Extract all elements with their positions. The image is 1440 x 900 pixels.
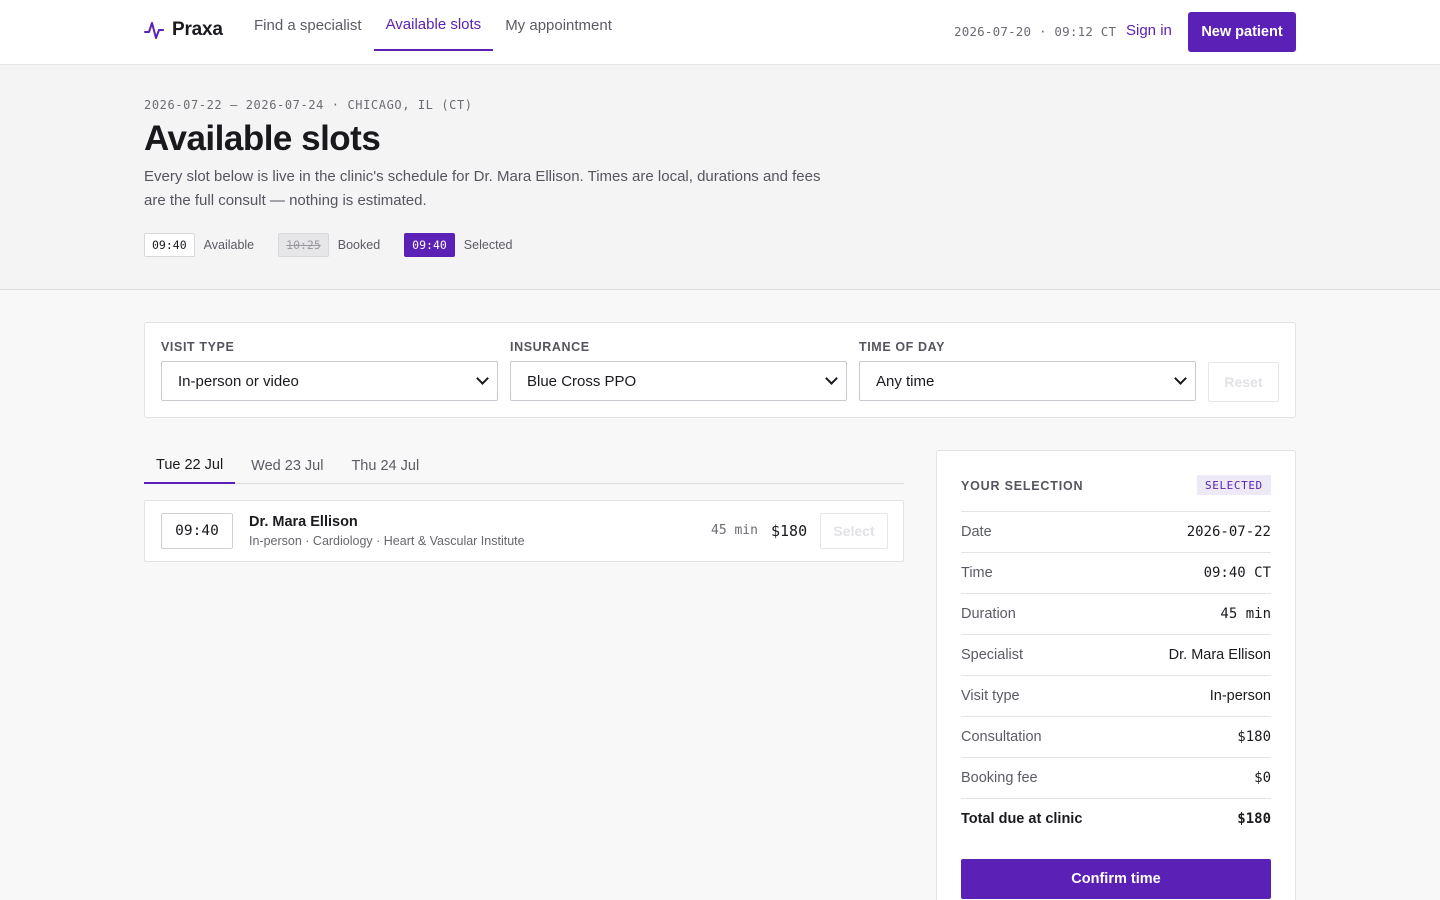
panel-title: YOUR SELECTION [961, 479, 1084, 493]
select-value: In-person or video [178, 372, 299, 390]
selection-summary-panel: YOUR SELECTION SELECTED Date 2026-07-22 … [936, 450, 1296, 900]
legend-label-selected: Selected [463, 238, 513, 252]
detail-value: 45 min [1220, 606, 1271, 622]
visit-type-select[interactable]: In-person or video [161, 361, 498, 401]
detail-label: Visit type [961, 688, 1020, 704]
insurance-select[interactable]: Blue Cross PPO [510, 361, 847, 401]
detail-label: Total due at clinic [961, 811, 1083, 827]
select-value: Any time [876, 372, 935, 390]
detail-label: Booking fee [961, 770, 1038, 786]
slot-price: $180 [771, 522, 808, 540]
nav-available-slots[interactable]: Available slots [373, 0, 494, 51]
sign-in-link[interactable]: Sign in [1126, 22, 1172, 39]
detail-row-consultation: Consultation $180 [961, 716, 1271, 757]
detail-label: Duration [961, 606, 1016, 622]
new-patient-button[interactable]: New patient [1188, 12, 1296, 52]
brand-logo[interactable]: Praxa [144, 19, 223, 41]
nav-label: My appointment [505, 17, 612, 34]
detail-label: Time [961, 565, 993, 581]
filter-time-of-day: TIME OF DAY Any time [859, 340, 1196, 401]
legend-label-booked: Booked [337, 238, 381, 252]
legend-chip-booked: 10:25 [278, 233, 329, 257]
time-of-day-select[interactable]: Any time [859, 361, 1196, 401]
detail-value: 09:40 CT [1203, 565, 1271, 581]
detail-value: $0 [1254, 770, 1271, 786]
nav-find-specialist[interactable]: Find a specialist [242, 0, 374, 51]
confirm-time-button[interactable]: Confirm time [961, 859, 1271, 899]
nav-my-appointment[interactable]: My appointment [493, 0, 624, 51]
slot-duration: 45 min [711, 523, 758, 538]
detail-row-total: Total due at clinic $180 [961, 798, 1271, 839]
legend-label-available: Available [203, 238, 255, 252]
filter-label: VISIT TYPE [161, 340, 235, 354]
page-description: Every slot below is live in the clinic's… [144, 168, 821, 209]
detail-row-booking-fee: Booking fee $0 [961, 757, 1271, 798]
tab-thu-24-jul[interactable]: Thu 24 Jul [339, 447, 431, 484]
detail-value: 2026-07-22 [1186, 524, 1271, 540]
detail-row-duration: Duration 45 min [961, 593, 1271, 634]
detail-value: $180 [1237, 729, 1271, 745]
detail-value: Dr. Mara Ellison [1168, 647, 1271, 663]
filter-bar: VISIT TYPE In-person or video INSURANCE … [144, 322, 1296, 418]
detail-row-time: Time 09:40 CT [961, 552, 1271, 593]
detail-label: Consultation [961, 729, 1042, 745]
top-navigation-bar: Praxa Find a specialist Available slots … [0, 0, 1440, 65]
detail-value: $180 [1237, 811, 1271, 827]
slot-legend: 09:40 Available 10:25 Booked 09:40 Selec… [144, 233, 536, 257]
day-tabs: Tue 22 Jul Wed 23 Jul Thu 24 Jul [144, 447, 904, 484]
date-range-location: 2026-07-22 — 2026-07-24 · CHICAGO, IL (C… [144, 98, 473, 112]
detail-label: Date [961, 524, 992, 540]
slot-time-chip[interactable]: 09:40 [161, 513, 233, 549]
chevron-down-icon [1174, 372, 1187, 385]
reset-button[interactable]: Reset [1208, 362, 1279, 402]
current-time: 2026-07-20 · 09:12 CT [954, 24, 1117, 39]
slot-row: 09:40 Dr. Mara Ellison In-person · Cardi… [144, 500, 904, 562]
detail-row-visit-type: Visit type In-person [961, 675, 1271, 716]
detail-value: In-person [1209, 688, 1271, 704]
slot-doctor-name: Dr. Mara Ellison [249, 514, 358, 530]
nav-label: Find a specialist [254, 17, 362, 34]
filter-label: TIME OF DAY [859, 340, 946, 354]
select-slot-button[interactable]: Select [820, 513, 888, 549]
tab-tue-22-jul[interactable]: Tue 22 Jul [144, 447, 236, 484]
primary-nav: Find a specialist Available slots My app… [242, 0, 624, 64]
page-title: Available slots [144, 119, 381, 158]
filter-visit-type: VISIT TYPE In-person or video [161, 340, 498, 401]
detail-row-specialist: Specialist Dr. Mara Ellison [961, 634, 1271, 675]
slot-details: In-person · Cardiology · Heart & Vascula… [249, 534, 525, 548]
selection-details: Date 2026-07-22 Time 09:40 CT Duration 4… [961, 511, 1271, 839]
detail-row-date: Date 2026-07-22 [961, 511, 1271, 552]
chevron-down-icon [825, 372, 838, 385]
pulse-icon [144, 19, 164, 41]
tab-wed-23-jul[interactable]: Wed 23 Jul [239, 447, 335, 484]
brand-name: Praxa [172, 19, 223, 40]
status-badge: SELECTED [1197, 475, 1271, 495]
detail-label: Specialist [961, 647, 1024, 663]
chevron-down-icon [476, 372, 489, 385]
filter-insurance: INSURANCE Blue Cross PPO [510, 340, 847, 401]
legend-chip-selected: 09:40 [404, 233, 455, 257]
legend-chip-available: 09:40 [144, 233, 195, 257]
filter-label: INSURANCE [510, 340, 590, 354]
page-hero: 2026-07-22 — 2026-07-24 · CHICAGO, IL (C… [0, 65, 1440, 290]
select-value: Blue Cross PPO [527, 372, 637, 390]
nav-label: Available slots [385, 16, 482, 33]
